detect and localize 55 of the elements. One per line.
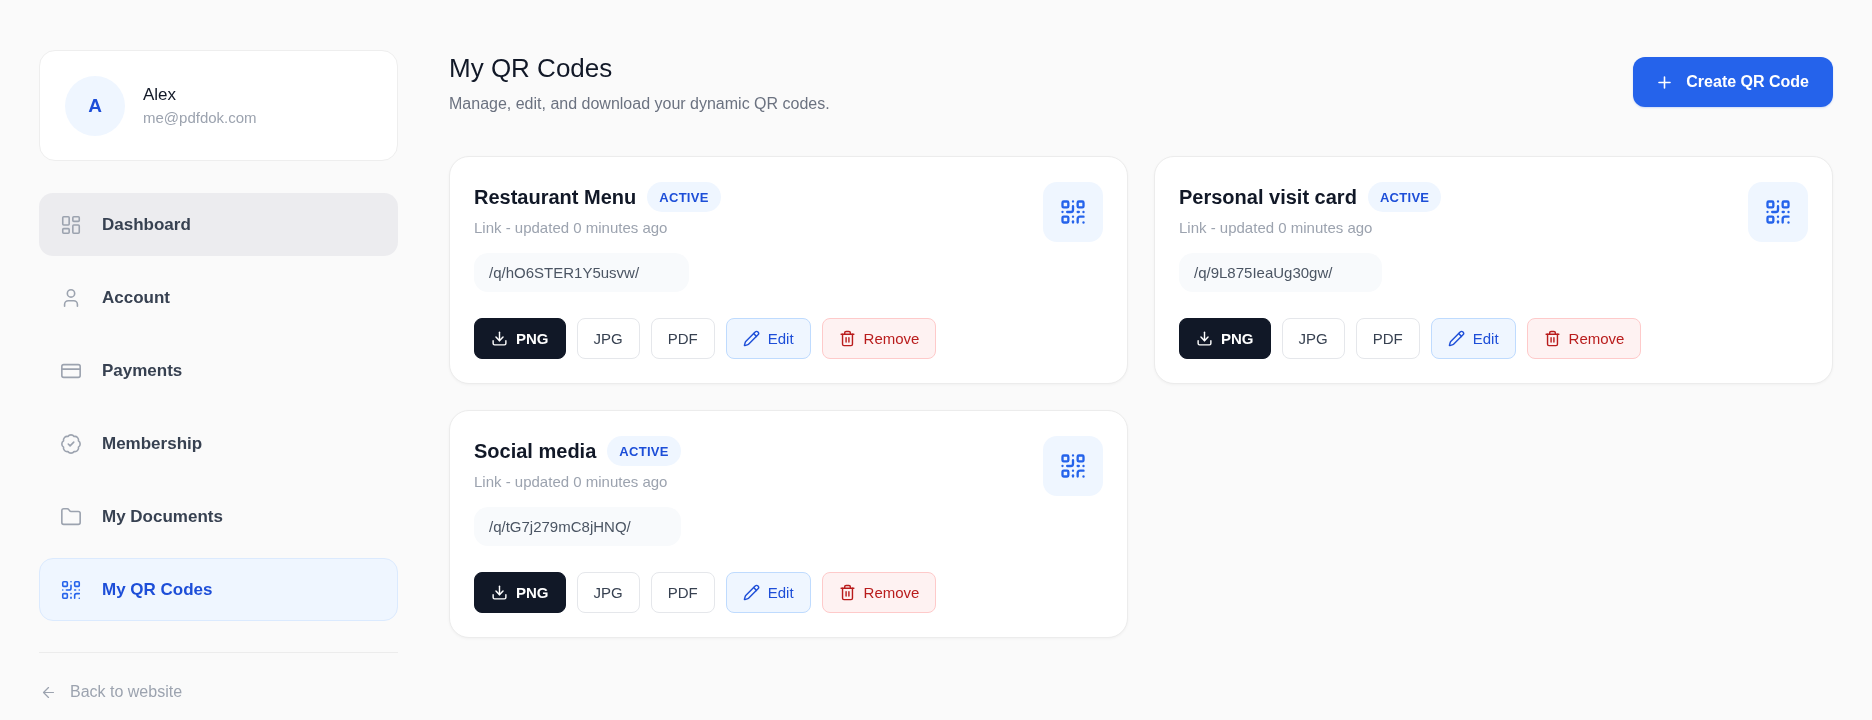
remove-button[interactable]: Remove (1526, 318, 1642, 359)
nav-item[interactable]: Account (39, 266, 398, 329)
qr-code-meta: Link - updated 0 minutes ago (474, 218, 668, 238)
download-button[interactable]: PNG (474, 572, 566, 613)
page-title: My QR Codes (449, 52, 614, 84)
nav-item[interactable]: Membership (39, 412, 398, 475)
nav-item[interactable]: Dashboard (39, 193, 398, 256)
avatar: A (65, 75, 125, 136)
nav-item[interactable]: My QR Codes (39, 558, 398, 621)
download-icon (491, 330, 508, 347)
short-link[interactable]: /q/hO6STER1Y5usvw/ (474, 253, 690, 292)
status-badge: ACTIVE (607, 436, 681, 466)
qr-code-title: Social media (474, 439, 597, 464)
format-button[interactable]: PDF (650, 318, 715, 359)
qr-code-icon (1043, 436, 1103, 496)
qr-code-meta: Link - updated 0 minutes ago (1179, 218, 1373, 238)
pencil-icon (1447, 330, 1465, 347)
download-icon (1196, 330, 1213, 347)
format-button[interactable]: JPG (1281, 318, 1345, 359)
edit-button[interactable]: Edit (725, 318, 811, 359)
qr-code-meta: Link - updated 0 minutes ago (474, 472, 668, 492)
dashboard-icon (60, 213, 82, 236)
create-qr-code-button[interactable]: Create QR Code (1633, 57, 1833, 107)
status-badge: ACTIVE (647, 182, 721, 212)
badge-check-icon (60, 432, 82, 455)
qr-code-title: Personal visit card (1179, 185, 1357, 210)
remove-button[interactable]: Remove (821, 572, 937, 613)
pencil-icon (742, 330, 760, 347)
format-button[interactable]: JPG (576, 572, 640, 613)
trash-icon (1543, 330, 1561, 347)
user-email: me@pdfdok.com (143, 108, 257, 127)
download-icon (491, 584, 508, 601)
page-subtitle: Manage, edit, and download your dynamic QR codes. (449, 94, 830, 114)
format-button[interactable]: PDF (1355, 318, 1420, 359)
nav-item[interactable]: My Documents (39, 485, 398, 548)
short-link[interactable]: /q/9L875IeaUg30gw/ (1179, 253, 1383, 292)
download-button[interactable]: PNG (1179, 318, 1271, 359)
user-name: Alex (143, 84, 178, 105)
qr-code-icon (60, 578, 82, 601)
qr-code-title: Restaurant Menu (474, 185, 637, 210)
qr-code-icon (1748, 182, 1808, 242)
pencil-icon (742, 584, 760, 601)
folder-icon (60, 505, 82, 528)
download-button[interactable]: PNG (474, 318, 566, 359)
format-button[interactable]: JPG (576, 318, 640, 359)
nav-item[interactable]: Payments (39, 339, 398, 402)
trash-icon (838, 330, 856, 347)
remove-button[interactable]: Remove (821, 318, 937, 359)
format-button[interactable]: PDF (650, 572, 715, 613)
trash-icon (838, 584, 856, 601)
qr-code-icon (1043, 182, 1103, 242)
status-badge: ACTIVE (1367, 182, 1442, 212)
edit-button[interactable]: Edit (1430, 318, 1516, 359)
short-link[interactable]: /q/tG7j279mC8jHNQ/ (474, 507, 681, 546)
edit-button[interactable]: Edit (725, 572, 811, 613)
